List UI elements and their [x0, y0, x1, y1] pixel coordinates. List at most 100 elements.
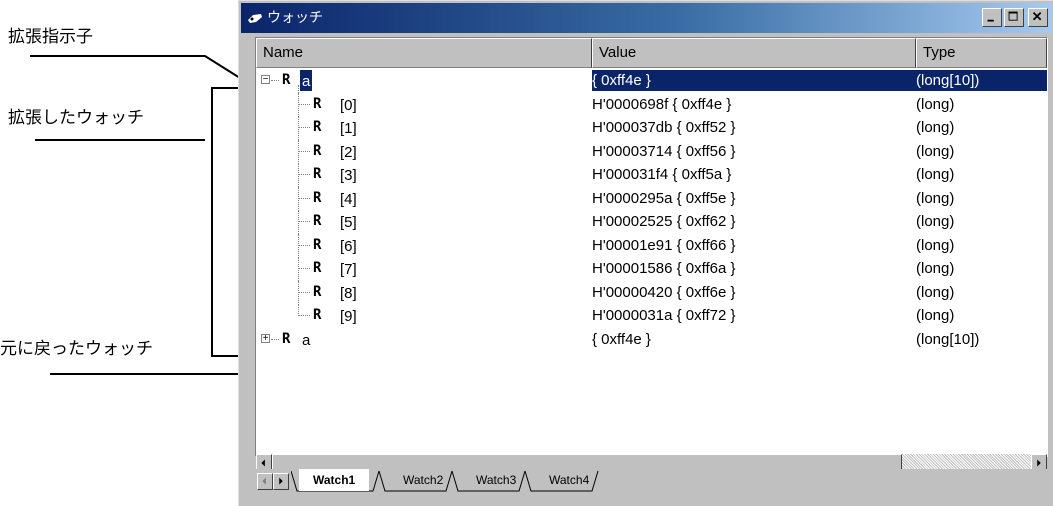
watch-row[interactable]: + Ra { 0xff4e } (long[10]) [256, 328, 1047, 352]
watch-row[interactable]: R [4] H'0000295a { 0xff5e } (long) [256, 186, 1047, 211]
watch-list: Name Value Type − Ra { 0xff4e } (long[10]) R… [255, 37, 1048, 472]
row-type: (long) [916, 119, 955, 136]
watch-row[interactable]: R [2] H'00003714 { 0xff56 } (long) [256, 139, 1047, 164]
watch-row[interactable]: R [3] H'000031f4 { 0xff5a } (long) [256, 163, 1047, 187]
tab-scroll-left-button[interactable] [257, 473, 273, 490]
row-name-cell: R [6] [256, 233, 587, 258]
annotation-leader-lines [30, 55, 248, 375]
row-name-cell: R [8] [256, 280, 587, 305]
watch-row[interactable]: R [7] H'00001586 { 0xff6a } (long) [256, 257, 1047, 281]
row-type: (long) [916, 189, 955, 207]
row-type: (long) [916, 166, 955, 183]
row-name: [3] [340, 167, 357, 184]
row-type: (long) [916, 283, 955, 301]
row-name: [0] [340, 96, 357, 114]
register-variable-icon: R [313, 95, 322, 112]
close-button[interactable] [1028, 8, 1048, 27]
row-name-cell: R [0] [256, 92, 587, 117]
tab-watch3[interactable]: Watch3 [462, 469, 530, 491]
watch-row[interactable]: R [6] H'00001e91 { 0xff66 } (long) [256, 233, 1047, 258]
row-type: (long[10]) [916, 330, 980, 348]
watch-row[interactable]: R [9] H'0000031a { 0xff72 } (long) [256, 304, 1047, 328]
maximize-button[interactable] [1004, 8, 1024, 27]
column-value-header[interactable]: Value [592, 38, 916, 68]
collapse-icon[interactable]: − [261, 75, 270, 85]
row-value: { 0xff4e } [592, 72, 651, 89]
watch-row[interactable]: R [0] H'0000698f { 0xff4e } (long) [256, 92, 1047, 117]
row-name-cell: R [7] [256, 257, 587, 281]
row-name-cell: R [2] [256, 139, 587, 164]
row-type: (long) [916, 260, 955, 277]
row-name: [4] [340, 190, 357, 208]
row-type: (long[10]) [916, 72, 980, 89]
watch-tab-bar: Watch1 Watch2 Watch3 Watch4 [255, 469, 1048, 495]
row-name: [6] [340, 237, 357, 255]
register-variable-icon: R [313, 307, 322, 323]
watch-window-icon [248, 14, 262, 23]
row-type: (long) [916, 236, 955, 254]
arrow-left-icon [262, 477, 266, 485]
row-name: [7] [340, 261, 357, 278]
row-name: [8] [340, 284, 357, 302]
watch-row[interactable]: − Ra { 0xff4e } (long[10]) [256, 69, 1047, 93]
tab-watch1[interactable]: Watch1 [299, 469, 370, 491]
row-name: a [302, 331, 311, 349]
row-name: [1] [340, 120, 357, 137]
column-header: Name Value Type [256, 38, 1047, 68]
register-variable-icon: R [313, 119, 322, 135]
row-value: H'000031f4 { 0xff5a } [592, 166, 732, 183]
row-value: H'00001e91 { 0xff66 } [592, 236, 736, 254]
row-value: H'00003714 { 0xff56 } [592, 142, 736, 160]
register-variable-icon: R [313, 166, 322, 182]
expand-icon[interactable]: + [261, 333, 270, 343]
tab-watch2[interactable]: Watch2 [389, 469, 457, 491]
maximize-icon [1008, 11, 1018, 21]
row-value: H'0000295a { 0xff5e } [592, 189, 736, 207]
watch-rows: − Ra { 0xff4e } (long[10]) R [0] H'0000698f { … [256, 69, 1047, 351]
row-name: [9] [340, 308, 357, 325]
row-value: H'0000031a { 0xff72 } [592, 307, 736, 324]
close-icon [1032, 11, 1042, 21]
column-type-header[interactable]: Type [916, 38, 1047, 68]
row-value: H'000037db { 0xff52 } [592, 119, 736, 136]
title-bar[interactable]: ウォッチ [241, 3, 1052, 33]
row-value: H'0000698f { 0xff4e } [592, 95, 732, 113]
tab-watch4[interactable]: Watch4 [535, 469, 603, 491]
row-name-cell: R [3] [256, 163, 587, 187]
row-name: [2] [340, 143, 357, 161]
register-variable-icon: R [313, 260, 322, 276]
row-name: a [300, 70, 313, 91]
watch-row[interactable]: R [1] H'000037db { 0xff52 } (long) [256, 116, 1047, 140]
window-title: ウォッチ [267, 10, 323, 26]
row-type: (long) [916, 213, 955, 230]
row-value: { 0xff4e } [592, 330, 651, 348]
register-variable-icon: R [282, 72, 291, 88]
row-value: H'00000420 { 0xff6e } [592, 283, 736, 301]
watch-window: ウォッチ Name Value Type − Ra { 0xff4e } (long[… [238, 0, 1053, 506]
row-name-cell: R [5] [256, 210, 587, 234]
row-name-cell: − Ra [256, 69, 587, 93]
row-type: (long) [916, 142, 955, 160]
register-variable-icon: R [313, 189, 322, 206]
row-type: (long) [916, 95, 955, 113]
row-name-cell: R [1] [256, 116, 587, 140]
arrow-right-icon [279, 477, 283, 485]
column-name-header[interactable]: Name [256, 38, 592, 68]
register-variable-icon: R [313, 213, 322, 229]
tab-scroll-right-button[interactable] [273, 473, 289, 490]
watch-row[interactable]: R [8] H'00000420 { 0xff6e } (long) [256, 280, 1047, 305]
row-value: H'00002525 { 0xff62 } [592, 213, 736, 230]
register-variable-icon: R [313, 283, 322, 300]
row-type: (long) [916, 307, 955, 324]
row-name-cell: R [4] [256, 186, 587, 211]
watch-row[interactable]: R [5] H'00002525 { 0xff62 } (long) [256, 210, 1047, 234]
row-name-cell: + Ra [256, 328, 587, 352]
register-variable-icon: R [282, 330, 291, 347]
minimize-icon [987, 19, 994, 22]
row-name: [5] [340, 214, 357, 231]
row-name-cell: R [9] [256, 304, 587, 328]
register-variable-icon: R [313, 236, 322, 253]
register-variable-icon: R [313, 142, 322, 159]
row-value: H'00001586 { 0xff6a } [592, 260, 736, 277]
minimize-button[interactable] [982, 8, 1002, 27]
